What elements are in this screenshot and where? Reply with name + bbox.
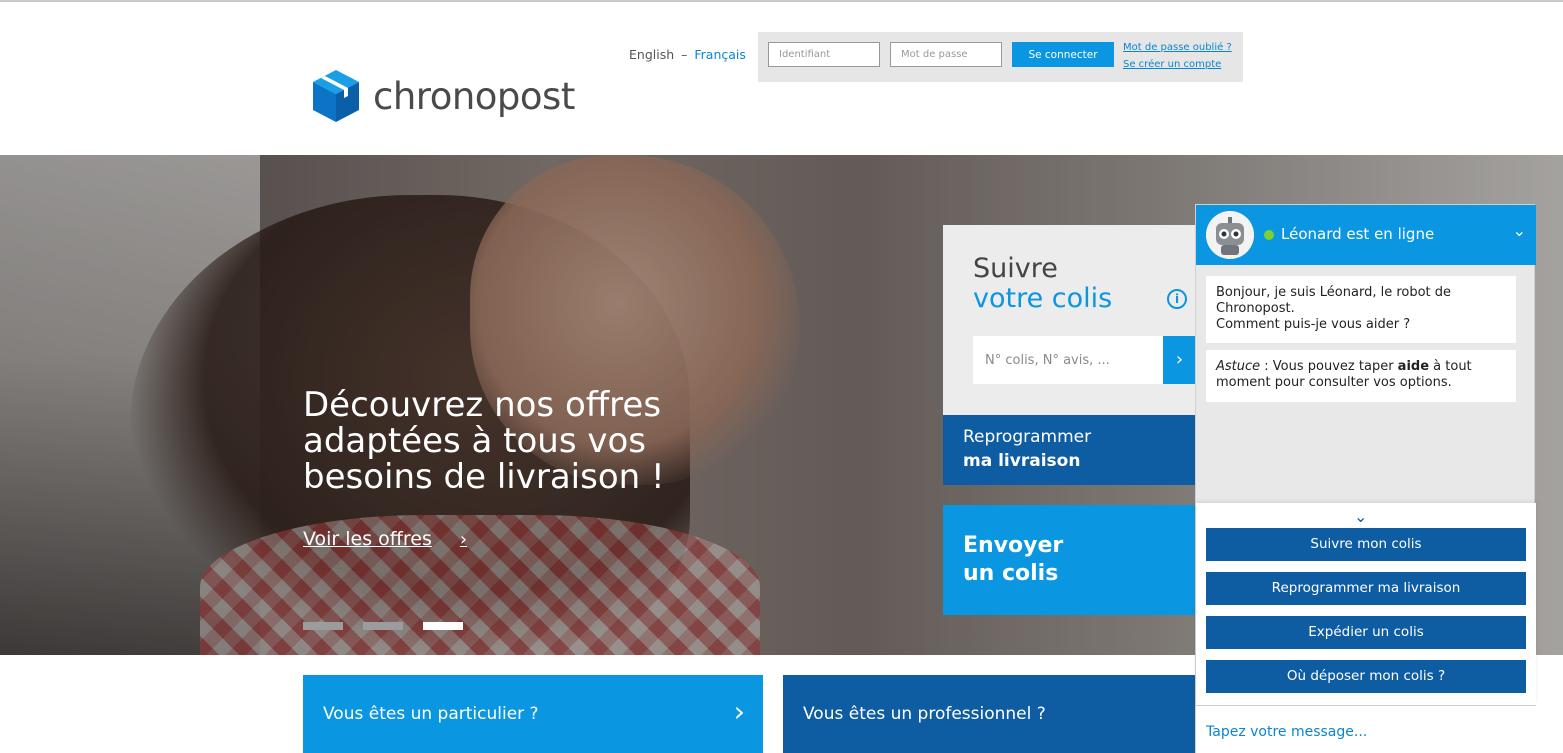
lang-separator: – [681, 47, 688, 62]
chevron-down-icon[interactable]: ⌄ [1513, 221, 1526, 240]
online-status-dot [1264, 230, 1274, 240]
bot-message-greeting: Bonjour, je suis Léonard, le robot de Ch… [1206, 276, 1516, 343]
tip-text-pre: : Vous pouvez taper [1260, 359, 1398, 374]
chat-input-area [1196, 705, 1536, 753]
tip-label: Astuce [1216, 359, 1261, 374]
track-submit-button[interactable]: › [1163, 336, 1196, 384]
individual-customer-label: Vous êtes un particulier ? [323, 704, 539, 724]
forgot-password-link[interactable]: Mot de passe oublié ? [1123, 39, 1232, 56]
reprogram-line2: ma livraison [963, 451, 1081, 471]
send-parcel-tile[interactable]: Envoyer un colis [943, 505, 1196, 615]
password-input[interactable] [890, 42, 1002, 67]
tracking-number-input[interactable] [973, 336, 1163, 384]
chat-quick-menu: ⌄ Suivre mon colis Reprogrammer ma livra… [1196, 503, 1536, 705]
chevron-down-icon[interactable]: ⌄ [1354, 507, 1367, 526]
quick-track-parcel-button[interactable]: Suivre mon colis [1206, 528, 1526, 561]
carousel-dots [303, 622, 463, 630]
carousel-dot-3[interactable] [423, 622, 463, 630]
quick-dropoff-button[interactable]: Où déposer mon colis ? [1206, 660, 1526, 693]
login-box: Se connecter Mot de passe oublié ? Se cr… [758, 32, 1243, 82]
greeting-line2: Comment puis-je vous aider ? [1216, 317, 1411, 332]
chevron-right-icon: › [459, 528, 468, 550]
bot-message-tip: Astuce : Vous pouvez taper aide à tout m… [1206, 350, 1516, 402]
chat-message-input[interactable] [1206, 720, 1526, 744]
hero-title: Découvrez nos offres adaptées à tous vos… [303, 385, 665, 497]
lang-french-link[interactable]: Français [694, 47, 746, 62]
identifier-input[interactable] [768, 42, 880, 67]
login-links: Mot de passe oublié ? Se créer un compte [1123, 39, 1232, 73]
connect-button[interactable]: Se connecter [1012, 42, 1114, 67]
top-border [0, 0, 1563, 2]
chat-title: Léonard est en ligne [1281, 225, 1435, 243]
create-account-link[interactable]: Se créer un compte [1123, 56, 1232, 73]
lang-english-link[interactable]: English [629, 47, 674, 62]
robot-icon [1206, 211, 1254, 259]
track-title-line1: Suivre [973, 253, 1058, 284]
track-parcel-panel: Suivre votre colis i › [943, 225, 1196, 415]
chronopost-logo[interactable]: chronopost [311, 66, 581, 126]
chevron-right-icon: › [733, 695, 745, 728]
page: chronopost English – Français Se connect… [0, 0, 1563, 753]
info-icon[interactable]: i [1167, 289, 1187, 309]
language-switcher: English – Français [629, 47, 746, 62]
robot-avatar [1206, 211, 1254, 259]
reprogram-delivery-tile[interactable]: Reprogrammer ma livraison [943, 415, 1196, 485]
carousel-dot-1[interactable] [303, 622, 343, 630]
send-line2: un colis [963, 561, 1059, 586]
cube-logo-icon [313, 70, 359, 122]
tip-keyword: aide [1397, 359, 1430, 374]
quick-reprogram-button[interactable]: Reprogrammer ma livraison [1206, 572, 1526, 605]
individual-customer-tile[interactable]: Vous êtes un particulier ? › [303, 675, 763, 753]
track-title-line2: votre colis [973, 283, 1113, 314]
chat-widget: Léonard est en ligne ⌄ Bonjour, je suis … [1195, 204, 1536, 753]
professional-customer-label: Vous êtes un professionnel ? [803, 704, 1046, 724]
reprogram-line1: Reprogrammer [963, 427, 1092, 447]
professional-customer-tile[interactable]: Vous êtes un professionnel ? [783, 675, 1203, 753]
see-offers-link[interactable]: Voir les offres › [303, 528, 467, 550]
quick-ship-parcel-button[interactable]: Expédier un colis [1206, 616, 1526, 649]
send-line1: Envoyer [963, 533, 1064, 558]
chat-header[interactable]: Léonard est en ligne ⌄ [1196, 205, 1536, 265]
see-offers-label: Voir les offres [303, 528, 432, 550]
brand-name: chronopost [373, 74, 575, 118]
carousel-dot-2[interactable] [363, 622, 403, 630]
greeting-line1: Bonjour, je suis Léonard, le robot de Ch… [1216, 285, 1452, 316]
